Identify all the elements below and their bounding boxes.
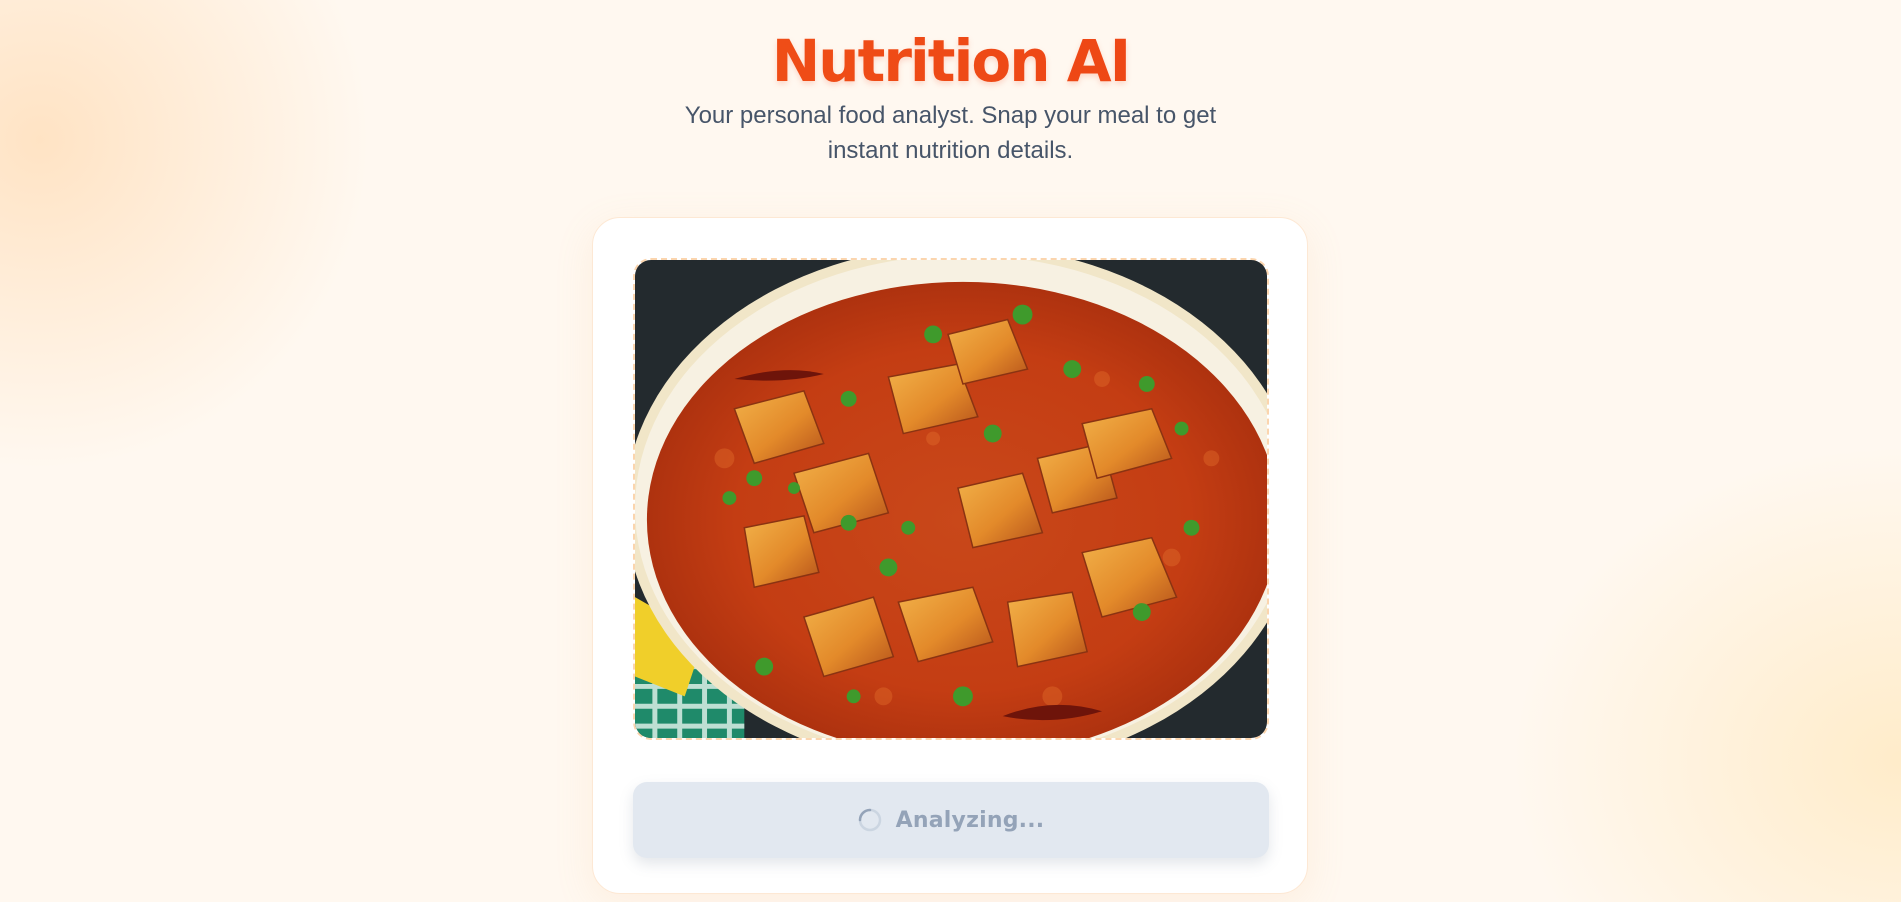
image-dropzone[interactable]: [633, 258, 1269, 740]
spinner-icon: [858, 808, 882, 832]
analyze-button-label: Analyzing...: [895, 807, 1045, 833]
uploaded-food-image: [635, 260, 1267, 738]
page-header: Nutrition AI Your personal food analyst.…: [0, 26, 1901, 168]
analyzer-card: Analyzing...: [592, 217, 1308, 894]
analyze-button[interactable]: Analyzing...: [633, 782, 1269, 858]
app-subtitle: Your personal food analyst. Snap your me…: [684, 102, 1217, 164]
app-title: Nutrition AI: [0, 26, 1901, 96]
